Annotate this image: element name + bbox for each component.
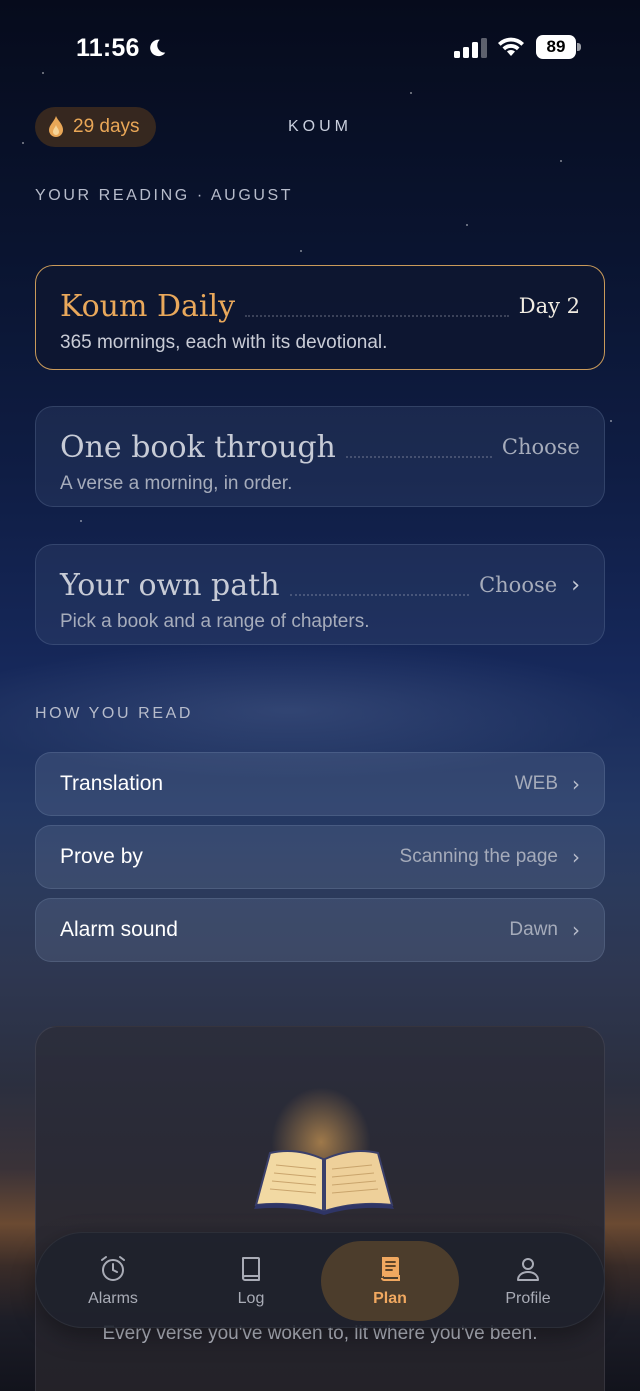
tab-label: Alarms <box>88 1290 138 1307</box>
setting-value: WEB <box>514 773 558 794</box>
setting-label: Prove by <box>60 845 143 868</box>
setting-prove-by[interactable]: Prove by Scanning the page › <box>35 825 605 889</box>
setting-alarm-sound[interactable]: Alarm sound Dawn › <box>35 898 605 962</box>
status-time: 11:56 <box>76 34 140 62</box>
tab-label: Profile <box>505 1290 551 1307</box>
how-you-read-label: HOW YOU READ <box>35 705 194 722</box>
person-icon <box>517 1258 539 1281</box>
plan-subtitle: 365 mornings, each with its devotional. <box>60 332 388 353</box>
chevron-right-icon: › <box>572 845 580 869</box>
tab-alarms[interactable]: Alarms <box>44 1241 182 1321</box>
status-bar: 11:56 89 <box>0 0 640 96</box>
setting-label: Translation <box>60 772 164 795</box>
plan-progress: Day 2 <box>518 294 580 318</box>
chevron-right-icon: › <box>571 572 580 598</box>
reading-section-label: YOUR READING · AUGUST <box>35 187 294 204</box>
open-book-icon <box>254 1150 394 1215</box>
plan-card-one-book[interactable]: One book through Choose A verse a mornin… <box>35 406 605 507</box>
journey-panel: Every verse you've woken to, lit where y… <box>35 1026 605 1391</box>
tab-label: Log <box>237 1290 265 1307</box>
setting-label: Alarm sound <box>60 918 178 941</box>
tab-profile[interactable]: Profile <box>459 1241 597 1321</box>
plan-card-koum-daily[interactable]: Koum Daily Day 2 365 mornings, each with… <box>35 265 605 370</box>
alarm-clock-icon <box>101 1256 125 1281</box>
plan-subtitle: Pick a book and a range of chapters. <box>60 611 370 632</box>
dotted-leader <box>245 315 509 317</box>
tab-bar: Alarms Log Plan Profile <box>35 1232 605 1328</box>
wifi-icon <box>498 37 524 56</box>
tab-log[interactable]: Log <box>182 1241 320 1321</box>
plan-title: Koum Daily <box>60 288 236 324</box>
moon-icon <box>150 39 166 57</box>
setting-value: Scanning the page <box>399 846 558 867</box>
chevron-right-icon: › <box>572 918 580 942</box>
plan-card-own-path[interactable]: Your own path Choose › Pick a book and a… <box>35 544 605 645</box>
tab-label: Plan <box>373 1290 407 1307</box>
plan-choose-label: Choose <box>479 573 558 597</box>
plan-subtitle: A verse a morning, in order. <box>60 473 293 494</box>
battery-level: 89 <box>536 35 576 59</box>
plan-choose-label: Choose <box>501 435 580 459</box>
chevron-right-icon: › <box>572 772 580 796</box>
dotted-leader <box>345 456 492 458</box>
setting-value: Dawn <box>509 919 558 940</box>
book-icon <box>242 1257 260 1281</box>
dotted-leader <box>289 594 470 596</box>
plan-book-icon <box>381 1257 400 1281</box>
signal-icon <box>454 38 487 58</box>
plan-title: One book through <box>60 429 336 465</box>
setting-translation[interactable]: Translation WEB › <box>35 752 605 816</box>
tab-plan[interactable]: Plan <box>321 1241 459 1321</box>
battery-indicator: 89 <box>536 35 582 59</box>
plan-title: Your own path <box>60 567 280 603</box>
app-brand: KOUM <box>288 118 352 135</box>
